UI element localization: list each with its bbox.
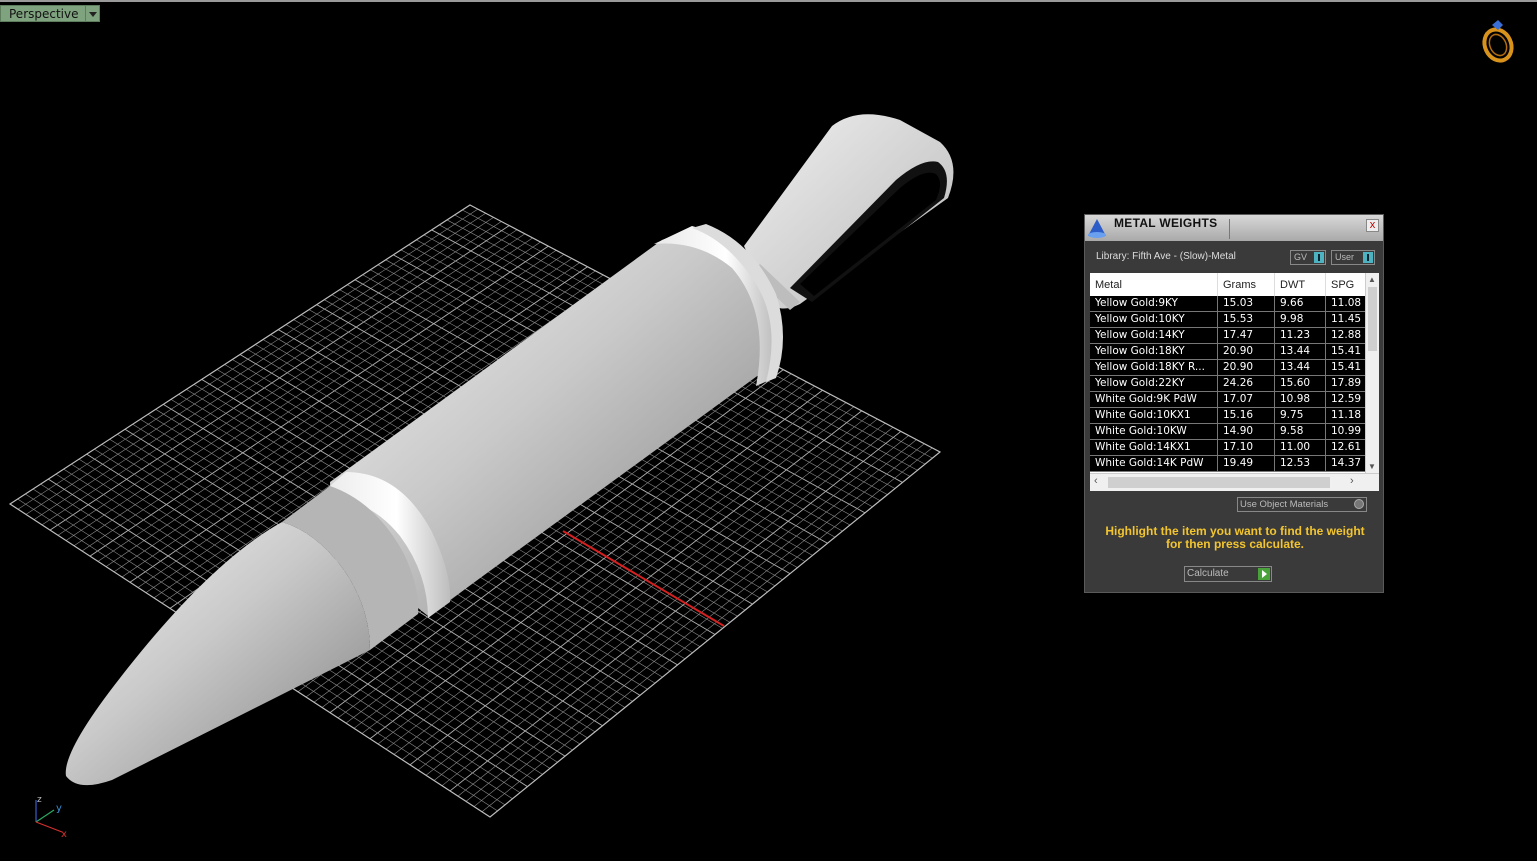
pendant-bail: [744, 114, 954, 310]
metal-name-cell: White Gold:10KW: [1090, 423, 1218, 440]
panel-title: METAL WEIGHTS: [1114, 216, 1218, 230]
library-label: Library: Fifth Ave - (Slow)-Metal: [1096, 251, 1236, 262]
table-row[interactable]: White Gold:14K PdW 19.49 12.53 14.37: [1090, 455, 1377, 472]
horizontal-scrollbar[interactable]: ‹ ›: [1090, 473, 1379, 491]
instruction-text: Highlight the item you want to find the …: [1105, 524, 1365, 551]
viewport-label[interactable]: Perspective: [0, 5, 86, 22]
scroll-up-icon[interactable]: ▲: [1368, 275, 1376, 284]
metal-name-cell: Yellow Gold:10KY: [1090, 311, 1218, 328]
scroll-left-icon[interactable]: ‹: [1094, 475, 1098, 487]
dwt-cell: 12.53: [1274, 455, 1326, 472]
title-separator: [1229, 219, 1230, 239]
metal-weights-table[interactable]: Metal Grams DWT SPG Yellow Gold:9KY 15.03…: [1090, 273, 1377, 472]
metal-name-cell: White Gold:14KX1: [1090, 439, 1218, 456]
metal-name-cell: Yellow Gold:14KY: [1090, 327, 1218, 344]
calculate-button[interactable]: Calculate: [1184, 566, 1272, 582]
user-toggle-label: User: [1335, 252, 1355, 262]
viewport-label-tab[interactable]: Perspective: [0, 5, 100, 22]
table-row[interactable]: White Gold:10KX1 15.16 9.75 11.18: [1090, 407, 1377, 424]
ring-icon[interactable]: [1478, 17, 1518, 65]
table-row[interactable]: Yellow Gold:18KY R... 20.90 13.44 15.41: [1090, 359, 1377, 376]
use-object-materials-toggle[interactable]: Use Object Materials: [1237, 497, 1367, 512]
col-header-metal[interactable]: Metal: [1090, 273, 1218, 296]
viewport-menu-chevron-icon[interactable]: [85, 5, 100, 22]
dwt-cell: 9.66: [1274, 296, 1326, 312]
use-object-materials-label: Use Object Materials: [1240, 499, 1329, 510]
col-header-dwt[interactable]: DWT: [1274, 273, 1326, 296]
table-header-row: Metal Grams DWT SPG: [1090, 273, 1377, 296]
grams-cell: 15.16: [1217, 407, 1275, 424]
user-toggle-knob-icon[interactable]: [1363, 252, 1373, 263]
scroll-down-icon[interactable]: ▼: [1368, 462, 1376, 471]
axis-z-label: z: [37, 795, 42, 805]
grams-cell: 20.90: [1217, 359, 1275, 376]
play-arrow-icon[interactable]: [1258, 568, 1270, 580]
table-row[interactable]: Yellow Gold:18KY 20.90 13.44 15.41: [1090, 343, 1377, 360]
dwt-cell: 9.75: [1274, 407, 1326, 424]
gv-toggle-label: GV: [1294, 252, 1308, 262]
grams-cell: 19.49: [1217, 455, 1275, 472]
axis-y-label: y: [56, 803, 62, 814]
dwt-cell: 9.58: [1274, 423, 1326, 440]
table-row[interactable]: Yellow Gold:10KY 15.53 9.98 11.45: [1090, 311, 1377, 328]
metal-name-cell: White Gold:14K PdW: [1090, 455, 1218, 472]
vertical-scrollbar[interactable]: ▲ ▼: [1365, 273, 1379, 473]
vertical-scroll-thumb[interactable]: [1368, 287, 1377, 351]
dwt-cell: 11.00: [1274, 439, 1326, 456]
horizontal-scroll-thumb[interactable]: [1108, 477, 1330, 488]
gv-toggle-knob-icon[interactable]: [1314, 252, 1324, 263]
table-row[interactable]: Yellow Gold:22KY 24.26 15.60 17.89: [1090, 375, 1377, 392]
close-button[interactable]: x: [1366, 219, 1379, 232]
gv-toggle[interactable]: GV: [1290, 250, 1326, 265]
dwt-cell: 10.98: [1274, 391, 1326, 408]
grams-cell: 15.03: [1217, 296, 1275, 312]
metal-name-cell: White Gold:10KX1: [1090, 407, 1218, 424]
grams-cell: 17.10: [1217, 439, 1275, 456]
metal-weights-panel[interactable]: METAL WEIGHTS x Library: Fifth Ave - (Sl…: [1084, 214, 1384, 593]
metal-name-cell: Yellow Gold:22KY: [1090, 375, 1218, 392]
metal-table[interactable]: Metal Grams DWT SPG Yellow Gold:9KY 15.03…: [1090, 273, 1379, 491]
grams-cell: 15.53: [1217, 311, 1275, 328]
metal-name-cell: Yellow Gold:18KY: [1090, 343, 1218, 360]
bullet-pendant-model: [65, 224, 783, 786]
table-row[interactable]: White Gold:14KX1 17.10 11.00 12.61: [1090, 439, 1377, 456]
grams-cell: 24.26: [1217, 375, 1275, 392]
axis-x-label: x: [61, 829, 67, 840]
scroll-right-icon[interactable]: ›: [1350, 475, 1354, 487]
user-toggle[interactable]: User: [1331, 250, 1375, 265]
use-object-materials-radio-icon[interactable]: [1354, 499, 1364, 509]
dwt-cell: 9.98: [1274, 311, 1326, 328]
grid-x-axis-line: [562, 530, 725, 627]
metal-name-cell: White Gold:9K PdW: [1090, 391, 1218, 408]
grams-cell: 17.07: [1217, 391, 1275, 408]
table-row[interactable]: Yellow Gold:9KY 15.03 9.66 11.08: [1090, 296, 1377, 312]
axis-gizmo: z y x: [35, 795, 67, 840]
dwt-cell: 11.23: [1274, 327, 1326, 344]
grams-cell: 20.90: [1217, 343, 1275, 360]
table-row[interactable]: White Gold:9K PdW 17.07 10.98 12.59: [1090, 391, 1377, 408]
dwt-cell: 15.60: [1274, 375, 1326, 392]
metal-name-cell: Yellow Gold:9KY: [1090, 296, 1218, 312]
app-logo-icon: [1088, 219, 1106, 238]
grams-cell: 17.47: [1217, 327, 1275, 344]
dwt-cell: 13.44: [1274, 359, 1326, 376]
grams-cell: 14.90: [1217, 423, 1275, 440]
calculate-label: Calculate: [1187, 568, 1229, 579]
table-row[interactable]: Yellow Gold:14KY 17.47 11.23 12.88: [1090, 327, 1377, 344]
table-row[interactable]: White Gold:10KW 14.90 9.58 10.99: [1090, 423, 1377, 440]
dwt-cell: 13.44: [1274, 343, 1326, 360]
metal-name-cell: Yellow Gold:18KY R...: [1090, 359, 1218, 376]
col-header-grams[interactable]: Grams: [1217, 273, 1275, 296]
panel-title-bar[interactable]: METAL WEIGHTS x: [1085, 215, 1383, 241]
